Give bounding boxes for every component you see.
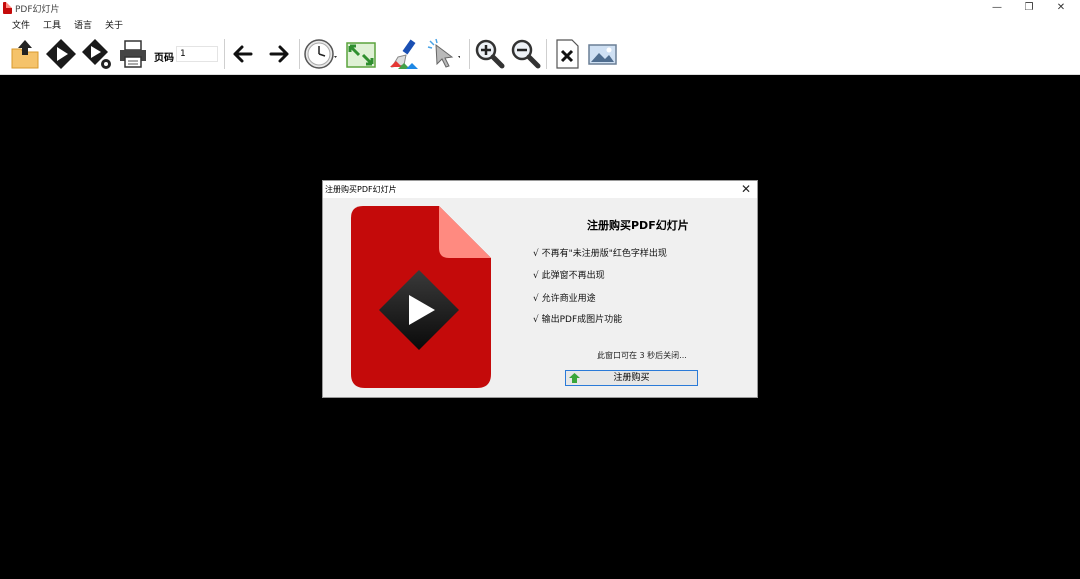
play-settings-icon (82, 39, 111, 69)
play-button[interactable] (44, 37, 78, 71)
open-icon (11, 40, 39, 69)
menu-about[interactable]: 关于 (105, 18, 123, 31)
zoom-in-icon (475, 39, 505, 69)
restore-button[interactable]: ❐ (1012, 0, 1046, 16)
pointer-icon (427, 38, 461, 68)
dialog-close-button[interactable]: ✕ (741, 182, 751, 196)
fullscreen-icon (346, 42, 383, 68)
play-settings-button[interactable] (80, 37, 114, 71)
open-button[interactable] (8, 37, 42, 71)
brush-icon (390, 39, 418, 69)
toolbar-separator (546, 39, 547, 69)
dialog-heading: 注册购买PDF幻灯片 (587, 219, 689, 232)
feature-item: √ 不再有"未注册版"红色字样出现 (533, 249, 667, 259)
minimize-button[interactable]: — (980, 0, 1014, 16)
countdown-text: 此窗口可在 3 秒后关闭... (597, 351, 687, 360)
toolbar-separator (224, 39, 225, 69)
feature-item: √ 输出PDF成图片功能 (533, 315, 623, 325)
title-bar: PDF幻灯片 — ❐ ✕ (0, 0, 1080, 16)
dialog-title: 注册购买PDF幻灯片 (325, 185, 397, 194)
zoom-in-button[interactable] (472, 37, 506, 71)
page-number-input[interactable]: 1 (176, 46, 218, 62)
clock-icon (304, 39, 337, 69)
registration-dialog: 注册购买PDF幻灯片 ✕ 注册购买PDF幻灯片 √ 不再有"未注册版"红色字样出… (322, 180, 758, 398)
image-icon (588, 44, 617, 65)
arrow-right-icon (269, 45, 289, 63)
close-window-button[interactable]: ✕ (1044, 0, 1078, 16)
arrow-left-icon (233, 45, 253, 63)
brush-button[interactable] (388, 37, 422, 71)
printer-icon (120, 40, 146, 68)
menu-tools[interactable]: 工具 (43, 18, 61, 31)
timer-button[interactable] (303, 37, 337, 71)
feature-item: √ 此弹窗不再出现 (533, 271, 605, 281)
window-title: PDF幻灯片 (15, 5, 60, 15)
pdf-slideshow-logo-icon (351, 206, 491, 388)
feature-item: √ 允许商业用途 (533, 294, 596, 304)
fullscreen-button[interactable] (344, 37, 383, 71)
toolbar-separator (299, 39, 300, 69)
menu-bar: 文件 工具 语言 关于 (0, 16, 1080, 33)
pointer-button[interactable] (426, 37, 461, 71)
register-buy-button[interactable]: 注册购买 (565, 370, 698, 386)
toolbar: 页码 1 (0, 33, 1080, 75)
register-buy-label: 注册购买 (613, 373, 650, 383)
app-logo-icon (3, 2, 12, 14)
dialog-title-bar: 注册购买PDF幻灯片 ✕ (323, 181, 757, 198)
close-doc-icon (556, 39, 579, 69)
zoom-out-icon (511, 39, 541, 69)
print-button[interactable] (116, 37, 150, 71)
close-document-button[interactable] (550, 37, 584, 71)
toolbar-separator (469, 39, 470, 69)
page-label: 页码 (154, 53, 174, 64)
menu-language[interactable]: 语言 (74, 18, 92, 31)
export-image-button[interactable] (586, 37, 620, 71)
next-page-button[interactable] (262, 37, 296, 71)
previous-page-button[interactable] (226, 37, 260, 71)
menu-file[interactable]: 文件 (12, 18, 30, 31)
zoom-out-button[interactable] (508, 37, 542, 71)
play-icon (46, 39, 76, 69)
green-arrow-up-icon (569, 373, 580, 383)
